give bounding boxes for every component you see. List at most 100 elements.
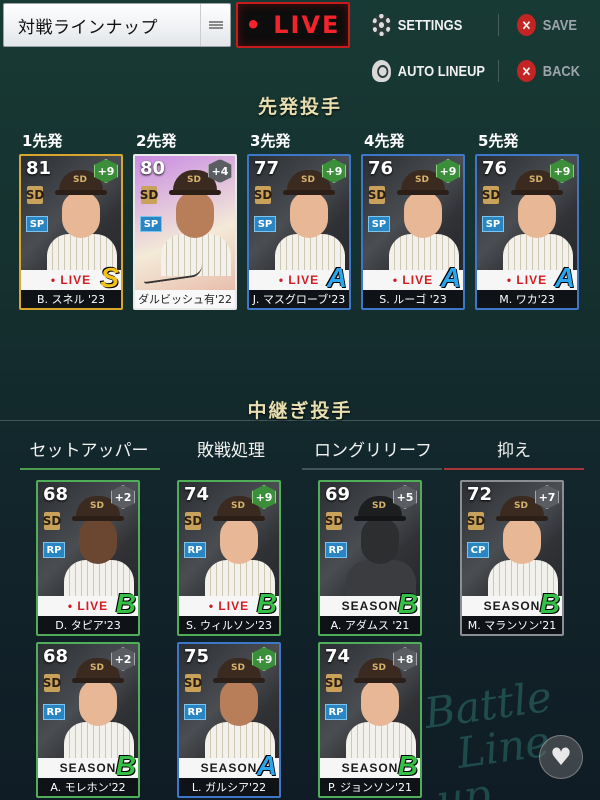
player-photo bbox=[486, 492, 560, 602]
position-badge: CP bbox=[467, 542, 489, 558]
player-photo bbox=[387, 166, 461, 276]
grade-badge: B bbox=[397, 750, 418, 781]
player-card[interactable]: 72 +7 SD CP SEASON B M. マランソン'21 bbox=[460, 480, 564, 636]
team-logo-icon: SD bbox=[139, 186, 159, 204]
close-icon: ✕ bbox=[517, 14, 536, 36]
grade-badge: B bbox=[397, 588, 418, 619]
player-card[interactable]: 76 +9 SD SP • LIVE A S. ルーゴ '23 bbox=[361, 154, 465, 310]
team-logo-icon: SD bbox=[183, 512, 203, 530]
tab-long-relief-underline bbox=[302, 468, 442, 470]
divider bbox=[498, 60, 499, 82]
position-badge: RP bbox=[184, 704, 206, 720]
back-button[interactable]: ✕ BACK bbox=[517, 60, 580, 82]
battle-lineup-watermark: Battle Line up bbox=[421, 671, 555, 800]
live-mode-indicator[interactable]: • LIVE bbox=[236, 2, 350, 48]
player-card[interactable]: 74 +8 SD RP SEASON B P. ジョンソン'21 bbox=[318, 642, 422, 798]
lineup-title: 対戦ラインナップ bbox=[18, 17, 158, 38]
player-card[interactable]: 75 +9 SD RP SEASON A L. ガルシア'22 bbox=[177, 642, 281, 798]
grade-badge: B bbox=[115, 750, 136, 781]
grade-badge: A bbox=[326, 262, 347, 293]
slot-label: 4先発 bbox=[364, 132, 405, 150]
player-card[interactable]: 81 +9 SD SP • LIVE S B. スネル '23 bbox=[19, 154, 123, 310]
signature-graphic bbox=[142, 263, 204, 285]
auto-lineup-button[interactable]: AUTO LINEUP bbox=[372, 60, 485, 82]
position-badge: RP bbox=[43, 704, 65, 720]
player-photo bbox=[159, 166, 233, 276]
favorite-button[interactable]: ♥ bbox=[539, 735, 583, 779]
slot-label: 3先発 bbox=[250, 132, 291, 150]
overall-rating: 74 bbox=[184, 484, 210, 505]
player-photo bbox=[344, 654, 418, 764]
player-card[interactable]: 69 +5 SD RP SEASON B A. アダムス '21 bbox=[318, 480, 422, 636]
player-photo-silhouette bbox=[344, 492, 418, 602]
team-logo-icon: SD bbox=[481, 186, 501, 204]
close-icon: ✕ bbox=[517, 60, 536, 82]
player-card[interactable]: 80 +4 SD SP ダルビッシュ有'22 bbox=[133, 154, 237, 310]
team-logo-icon: SD bbox=[42, 674, 62, 692]
player-card[interactable]: 68 +2 SD RP • LIVE B D. タピア'23 bbox=[36, 480, 140, 636]
tab-setup-underline bbox=[20, 468, 160, 470]
position-badge: SP bbox=[482, 216, 504, 232]
back-label: BACK bbox=[542, 62, 581, 80]
save-button[interactable]: ✕ SAVE bbox=[517, 14, 577, 36]
team-logo-icon: SD bbox=[42, 512, 62, 530]
position-badge: SP bbox=[254, 216, 276, 232]
divider bbox=[498, 14, 499, 36]
grade-badge: B bbox=[539, 588, 560, 619]
player-name: ダルビッシュ有'22 bbox=[135, 290, 235, 308]
grade-badge: A bbox=[440, 262, 461, 293]
position-badge: RP bbox=[184, 542, 206, 558]
team-logo-icon: SD bbox=[253, 186, 273, 204]
lineup-selector[interactable]: 対戦ラインナップ bbox=[3, 3, 231, 47]
player-photo bbox=[45, 166, 119, 276]
overall-rating: 68 bbox=[43, 646, 69, 667]
overall-rating: 76 bbox=[482, 158, 508, 179]
player-card[interactable]: 76 +9 SD SP • LIVE A M. ワカ'23 bbox=[475, 154, 579, 310]
player-card[interactable]: 77 +9 SD SP • LIVE A J. マスグローブ'23 bbox=[247, 154, 351, 310]
position-badge: SP bbox=[140, 216, 162, 232]
auto-lineup-label: AUTO LINEUP bbox=[397, 62, 486, 80]
position-badge: SP bbox=[368, 216, 390, 232]
team-logo-icon: SD bbox=[183, 674, 203, 692]
overall-rating: 68 bbox=[43, 484, 69, 505]
team-logo-icon: SD bbox=[466, 512, 486, 530]
gear-icon bbox=[372, 14, 391, 36]
position-badge: RP bbox=[325, 542, 347, 558]
grade-badge: B bbox=[115, 588, 136, 619]
team-logo-icon: SD bbox=[324, 512, 344, 530]
auto-lineup-icon bbox=[372, 60, 391, 82]
settings-button[interactable]: SETTINGS bbox=[372, 14, 462, 36]
grade-badge: A bbox=[256, 750, 277, 781]
overall-rating: 69 bbox=[325, 484, 351, 505]
overall-rating: 72 bbox=[467, 484, 493, 505]
player-photo bbox=[62, 492, 136, 602]
player-photo bbox=[273, 166, 347, 276]
position-badge: RP bbox=[325, 704, 347, 720]
player-card[interactable]: 74 +9 SD RP • LIVE B S. ウィルソン'23 bbox=[177, 480, 281, 636]
starting-pitchers-title: 先発投手 bbox=[257, 96, 342, 118]
position-badge: RP bbox=[43, 542, 65, 558]
position-badge: SP bbox=[26, 216, 48, 232]
grade-badge: B bbox=[256, 588, 277, 619]
relief-pitchers-title: 中継ぎ投手 bbox=[247, 400, 353, 422]
team-logo-icon: SD bbox=[25, 186, 45, 204]
tab-closer[interactable]: 抑え bbox=[444, 436, 584, 461]
overall-rating: 81 bbox=[26, 158, 52, 179]
overall-rating: 76 bbox=[368, 158, 394, 179]
team-logo-icon: SD bbox=[367, 186, 387, 204]
tab-mopup[interactable]: 敗戦処理 bbox=[160, 436, 302, 461]
tab-setup[interactable]: セットアッパー bbox=[18, 436, 160, 461]
player-photo bbox=[501, 166, 575, 276]
player-photo bbox=[62, 654, 136, 764]
settings-label: SETTINGS bbox=[397, 16, 463, 34]
slot-label: 5先発 bbox=[478, 132, 519, 150]
grade-badge: S bbox=[100, 262, 119, 293]
overall-rating: 75 bbox=[184, 646, 210, 667]
player-card[interactable]: 68 +2 SD RP SEASON B A. モレホン'22 bbox=[36, 642, 140, 798]
heart-plus-icon: ♥ bbox=[550, 743, 572, 771]
tab-long-relief[interactable]: ロングリリーフ bbox=[302, 436, 444, 461]
menu-icon[interactable] bbox=[200, 4, 230, 46]
tab-closer-underline bbox=[444, 468, 584, 470]
player-photo bbox=[203, 654, 277, 764]
overall-rating: 74 bbox=[325, 646, 351, 667]
